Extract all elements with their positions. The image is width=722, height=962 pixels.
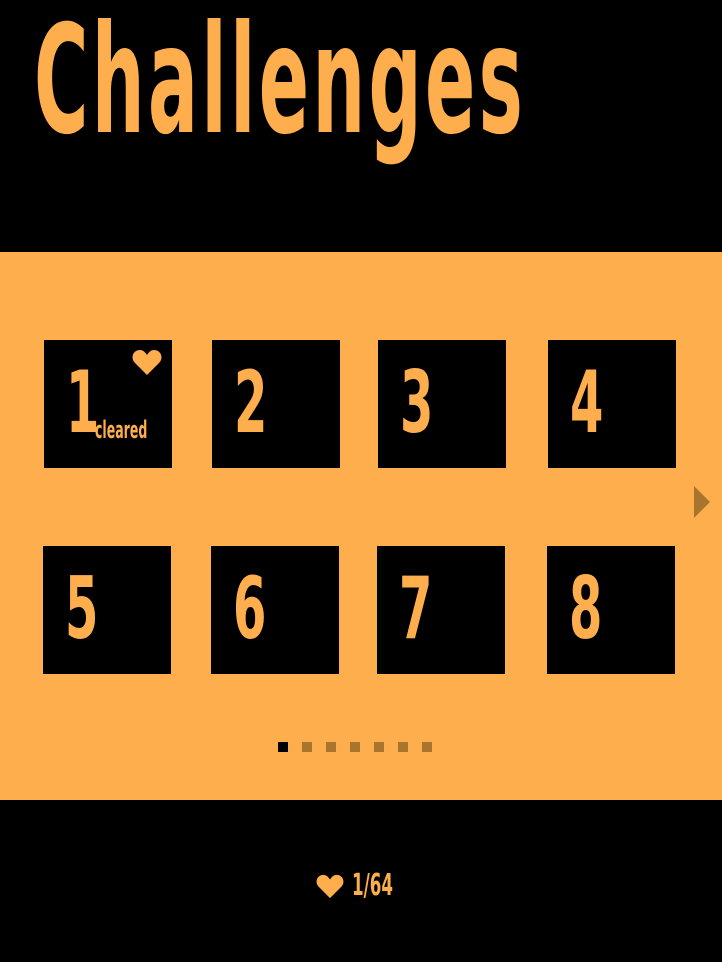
page-dot-2[interactable] <box>302 742 312 752</box>
page-dot-6[interactable] <box>398 742 408 752</box>
challenge-tile-7[interactable]: 7 <box>377 546 505 674</box>
challenge-number: 2 <box>234 353 268 453</box>
challenge-tile-1[interactable]: 1 cleared <box>44 340 172 468</box>
challenge-grid-panel <box>0 252 722 800</box>
page-dot-3[interactable] <box>326 742 336 752</box>
challenge-number: 8 <box>569 559 603 659</box>
challenge-tile-6[interactable]: 6 <box>211 546 339 674</box>
page-dot-1[interactable] <box>278 742 288 752</box>
challenge-number: 5 <box>65 559 99 659</box>
challenge-number: 4 <box>570 353 604 453</box>
challenge-status: cleared <box>95 416 148 444</box>
challenge-tile-5[interactable]: 5 <box>43 546 171 674</box>
page-dot-5[interactable] <box>374 742 384 752</box>
page-dot-7[interactable] <box>422 742 432 752</box>
challenge-tile-3[interactable]: 3 <box>378 340 506 468</box>
challenge-number: 6 <box>233 559 267 659</box>
heart-icon <box>316 874 344 899</box>
challenge-number: 7 <box>399 559 433 659</box>
challenge-number: 3 <box>400 353 434 453</box>
challenge-tile-8[interactable]: 8 <box>547 546 675 674</box>
arrow-right-icon[interactable] <box>692 484 712 520</box>
cleared-count: 1/64 <box>352 868 394 903</box>
challenge-tile-2[interactable]: 2 <box>212 340 340 468</box>
challenge-tile-4[interactable]: 4 <box>548 340 676 468</box>
heart-icon <box>132 350 162 375</box>
page-dot-4[interactable] <box>350 742 360 752</box>
page-title: Challenges <box>34 0 527 168</box>
